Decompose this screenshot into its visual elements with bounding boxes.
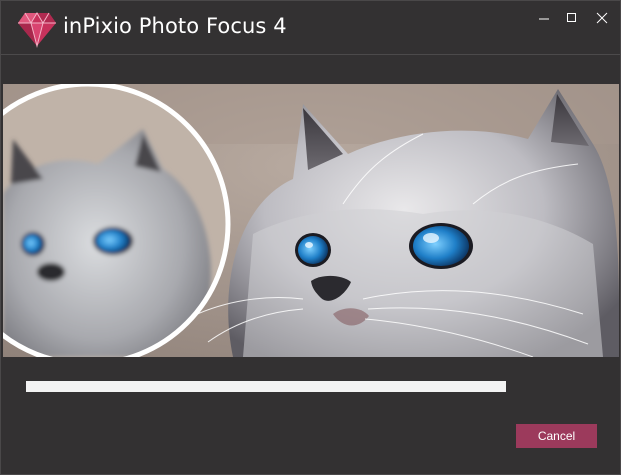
cat-before-after-illustration	[3, 84, 619, 357]
app-window: inPixio Photo Focus 4 Cancel	[0, 0, 621, 475]
maximize-icon	[567, 13, 576, 22]
minimize-icon	[539, 18, 549, 20]
progress-bar-fill	[26, 381, 506, 392]
close-button[interactable]	[587, 1, 617, 33]
close-icon	[596, 12, 608, 24]
minimize-button[interactable]	[529, 1, 559, 33]
gem-icon	[17, 10, 57, 48]
title-bar[interactable]: inPixio Photo Focus 4	[1, 1, 620, 55]
app-title: inPixio Photo Focus 4	[63, 14, 287, 38]
maximize-button[interactable]	[557, 1, 587, 33]
progress-bar	[26, 381, 506, 392]
cancel-button[interactable]: Cancel	[516, 424, 597, 448]
